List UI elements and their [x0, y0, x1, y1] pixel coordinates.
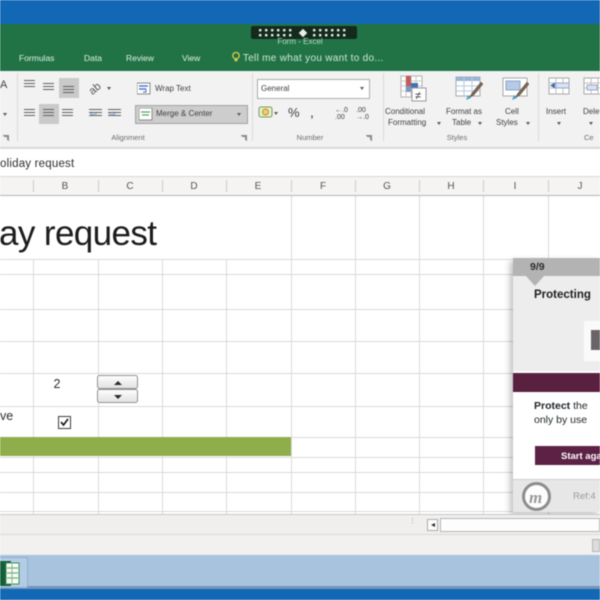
svg-text:≠: ≠	[415, 90, 421, 102]
